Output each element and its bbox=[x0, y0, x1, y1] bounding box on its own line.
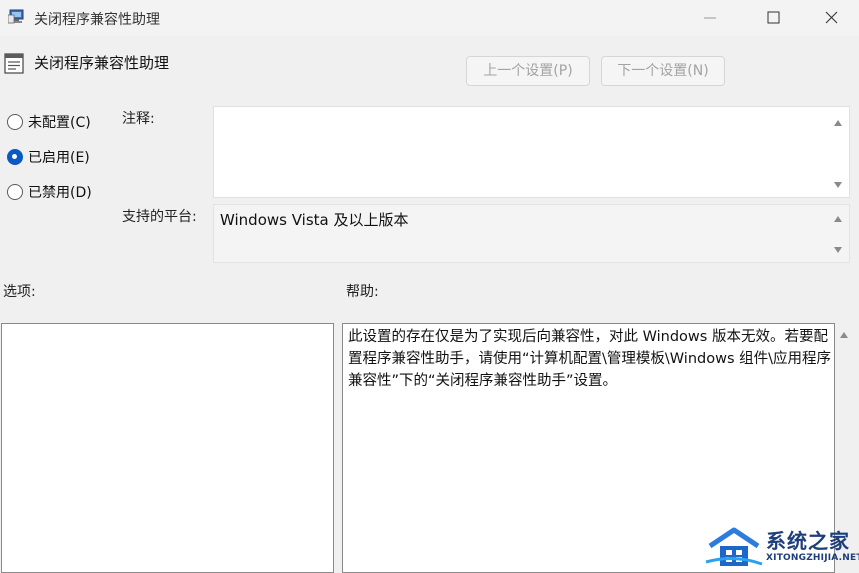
radio-button-selected[interactable] bbox=[7, 149, 23, 165]
radio-not-configured[interactable]: 未配置(C) bbox=[7, 111, 91, 133]
policy-title: 关闭程序兼容性助理 bbox=[34, 54, 170, 72]
scroll-down-icon[interactable] bbox=[833, 181, 843, 189]
help-label: 帮助: bbox=[346, 284, 379, 300]
policy-setting-icon bbox=[4, 53, 24, 74]
window-title: 关闭程序兼容性助理 bbox=[34, 12, 160, 28]
scroll-up-icon[interactable] bbox=[833, 119, 843, 127]
help-text: 此设置的存在仅是为了实现后向兼容性，对此 Windows 版本无效。若要配置程序… bbox=[348, 329, 832, 389]
radio-button[interactable] bbox=[7, 184, 23, 200]
next-setting-button[interactable]: 下一个设置(N) bbox=[601, 56, 725, 86]
comment-textarea[interactable] bbox=[213, 106, 850, 198]
options-label: 选项: bbox=[3, 284, 36, 300]
options-pane bbox=[1, 323, 334, 573]
scroll-up-icon[interactable] bbox=[833, 215, 843, 223]
platform-label: 支持的平台: bbox=[122, 209, 197, 225]
radio-label: 已启用(E) bbox=[28, 150, 90, 166]
radio-label: 未配置(C) bbox=[28, 115, 91, 131]
radio-button[interactable] bbox=[7, 114, 23, 130]
policy-app-icon bbox=[8, 9, 24, 24]
radio-enabled[interactable]: 已启用(E) bbox=[7, 146, 90, 168]
comment-label: 注释: bbox=[122, 111, 155, 127]
watermark-logo: 系统之家 XITONGZHIJIA.NET bbox=[704, 524, 859, 570]
watermark-name: 系统之家 bbox=[766, 529, 850, 553]
platform-box: Windows Vista 及以上版本 bbox=[213, 204, 850, 263]
close-button[interactable] bbox=[808, 0, 854, 36]
scroll-down-icon[interactable] bbox=[833, 246, 843, 254]
platform-value: Windows Vista 及以上版本 bbox=[220, 211, 409, 229]
maximize-icon bbox=[767, 11, 780, 24]
radio-label: 已禁用(D) bbox=[28, 185, 92, 201]
close-icon bbox=[825, 11, 838, 24]
radio-disabled[interactable]: 已禁用(D) bbox=[7, 181, 92, 203]
previous-setting-button[interactable]: 上一个设置(P) bbox=[466, 56, 590, 86]
minimize-icon bbox=[704, 17, 716, 19]
help-scroll-up-icon[interactable] bbox=[839, 331, 849, 339]
minimize-button[interactable] bbox=[693, 0, 739, 36]
house-logo-icon bbox=[705, 527, 763, 566]
title-bar: 关闭程序兼容性助理 bbox=[0, 0, 859, 36]
maximize-button[interactable] bbox=[750, 0, 796, 36]
watermark-url: XITONGZHIJIA.NET bbox=[766, 553, 859, 563]
